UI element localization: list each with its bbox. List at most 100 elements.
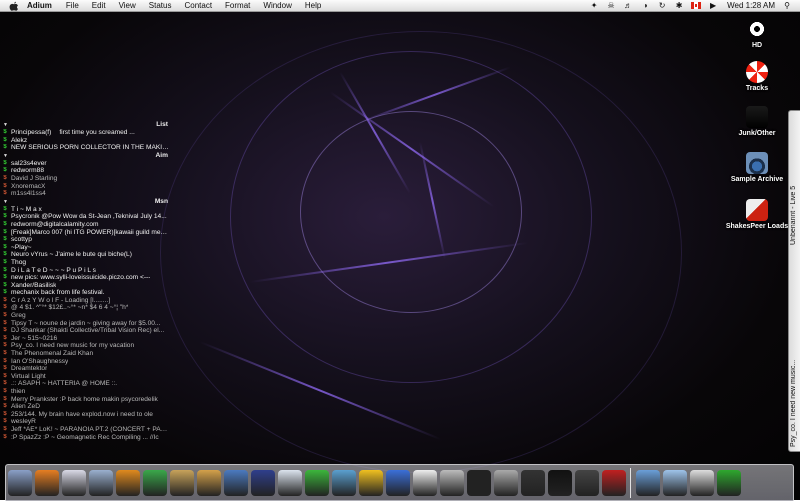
menu-view[interactable]: View [119,0,136,11]
contact-row[interactable]: $ Ian O'Shaughnessy [0,358,172,366]
contact-row[interactable]: $ scottyp [0,236,172,244]
folder-icon[interactable] [635,470,660,496]
menu-window[interactable]: Window [263,0,291,11]
satellite-icon[interactable] [493,470,518,496]
contact-row[interactable]: $ Tipsy T ~ noune de jardin ~ giving away… [0,320,172,328]
contact-row[interactable]: $ T i ~ M a x [0,206,172,214]
contact-row[interactable]: $ redworm@digitalcalamity.com [0,221,172,229]
contact-row[interactable]: $ sal23s4ever [0,160,172,168]
disclosure-triangle-icon[interactable]: ▼ [3,153,8,161]
contact-row[interactable]: $ @ 4 $1. ^"°* $12£..~°* ~n* $4 6 4 ~°¦ "… [0,304,172,312]
no-entry-icon[interactable] [601,470,626,496]
contact-row[interactable]: $ [Freak]Marco 007 (hi ITG POWER)[kawaii … [0,229,172,237]
desktop-icon-shakespeer-loads[interactable]: ShakesPeer Loads [722,199,792,230]
cd-icon[interactable] [169,470,194,496]
disclosure-triangle-icon[interactable]: ▼ [3,122,8,130]
spotlight-icon[interactable]: ⚲ [782,1,792,10]
contact-group-header[interactable]: ▼ List [0,121,172,129]
audacity-icon[interactable] [250,470,275,496]
network-icon[interactable] [223,470,248,496]
butterfly-icon[interactable]: ✦ [589,1,599,10]
input-menu-flag-icon[interactable] [691,1,702,10]
menu-status[interactable]: Status [149,0,172,11]
pen-icon[interactable] [412,470,437,496]
contact-row[interactable]: $ Alien ZeD [0,403,172,411]
reason-icon[interactable] [115,470,140,496]
contact-row[interactable]: $ D i L a T e D ~ ~ ~ P u P i L s [0,267,172,275]
skype-icon[interactable] [304,470,329,496]
feather-icon[interactable] [385,470,410,496]
contact-row[interactable]: $ .:: ASAPH ~ HATTERIA @ HOME ::. [0,380,172,388]
contact-row[interactable]: $ C r A z Y W o l F - Loading [l........] [0,297,172,305]
menu-file[interactable]: File [66,0,79,11]
contact-row[interactable]: $ Neuro vYrus ~ J'aime le bute qui biche(… [0,251,172,259]
music-note-icon[interactable] [142,470,167,496]
contact-row[interactable]: $ Xander/Basilisk [0,282,172,290]
contact-row[interactable]: $ Jer ~ 515~0216 [0,335,172,343]
menu-contact[interactable]: Contact [184,0,212,11]
desktop-icon-sample-archive[interactable]: Sample Archive [722,152,792,183]
drawer-tab-live[interactable]: Unbenannt - Live 5 [790,115,800,245]
ableton-live-icon[interactable] [547,470,572,496]
speaker-icon[interactable]: ▶ [708,1,718,10]
sync-icon[interactable]: ↻ [657,1,667,10]
contact-row[interactable]: $ wesleyR [0,418,172,426]
desktop-icon-junk-other[interactable]: Junk/Other [722,106,792,137]
desktop-icon-hd[interactable]: HD [722,18,792,49]
audio-recorder-icon[interactable] [574,470,599,496]
contact-group-header[interactable]: ▼ Msn [0,198,172,206]
battery-icon[interactable] [716,470,741,496]
menu-edit[interactable]: Edit [92,0,106,11]
contact-row[interactable]: $ Psy_co. I need new music for my vacatio… [0,342,172,350]
mail-icon[interactable] [88,470,113,496]
contact-row[interactable]: $ ~Play~ [0,244,172,252]
menu-app-name[interactable]: Adium [27,0,52,11]
contact-row[interactable]: $ thien [0,388,172,396]
contact-row[interactable]: $253/144. My brain have explod.now i nee… [0,411,172,419]
side-drawer[interactable]: Unbenannt - Live 5 Psy_co. I need new mu… [788,110,800,452]
contact-row[interactable]: $ Jeff *AE* LoK! ~ PARANOIA PT.2 (CONCERT… [0,426,172,434]
drawer-tab-chat[interactable]: Psy_co. I need new music... [790,311,800,447]
contact-row[interactable]: $ Merry Prankster :P back home makin psyc… [0,396,172,404]
finder-icon[interactable] [7,470,32,496]
traktor-icon[interactable] [196,470,221,496]
volume-icon[interactable]: ♬ [623,1,633,10]
contact-row[interactable]: $ redworm88 [0,167,172,175]
planet-icon[interactable] [331,470,356,496]
contact-row[interactable]: $ The Phenomenal Zaid Khan [0,350,172,358]
contact-row[interactable]: $ XnoremacX [0,183,172,191]
text-file-icon[interactable] [689,470,714,496]
wifi-icon[interactable]: ◑ [640,1,650,10]
contact-row[interactable]: $ Dreamtektor [0,365,172,373]
contact-row[interactable]: $ David J Starling [0,175,172,183]
apple-icon[interactable] [439,470,464,496]
address-book-icon[interactable] [61,470,86,496]
contact-row[interactable]: $ Alekz [0,137,172,145]
menu-clock[interactable]: Wed 1:28 AM [727,0,775,11]
menu-help[interactable]: Help [305,0,321,11]
contact-row[interactable]: $ Principessa(f) first time you screamed .… [0,129,172,137]
disclosure-triangle-icon[interactable]: ▼ [3,199,8,207]
preview-icon[interactable] [277,470,302,496]
firefox-icon[interactable] [34,470,59,496]
contact-row[interactable]: $ Greg [0,312,172,320]
skull-icon[interactable]: ☠ [606,1,616,10]
apple-menu-icon[interactable] [9,1,19,11]
contact-row[interactable]: $ mechanix back from life festival. [0,289,172,297]
contact-row[interactable]: $ m1ss4l1ss4 [0,190,172,198]
adium-duck-icon[interactable] [358,470,383,496]
bluetooth-icon[interactable]: ✱ [674,1,684,10]
contact-group-header[interactable]: ▼ Aim [0,152,172,160]
contact-row[interactable]: $ Thog [0,259,172,267]
contact-row[interactable]: $ new pics: www.sylli-loveissuicide.piczo… [0,274,172,282]
contact-row[interactable]: $:P SpazZz :P ~ Geomagnetic Rec Compilin… [0,434,172,442]
menu-format[interactable]: Format [225,0,250,11]
documents-icon[interactable] [662,470,687,496]
traktor-x-icon[interactable] [520,470,545,496]
desktop-icon-tracks[interactable]: Tracks [722,61,792,92]
contact-row[interactable]: $ Psycronik @Pow Wow da St-Jean ,Teknival… [0,213,172,221]
contact-row[interactable]: $ DJ Shankar (Shakti Collective/Tribal Vi… [0,327,172,335]
contact-row[interactable]: $ NEW SERIOUS PORN COLLECTOR IN THE MAKIN… [0,144,172,152]
turntable-icon[interactable] [466,470,491,496]
contact-row[interactable]: $ Virtual Light [0,373,172,381]
